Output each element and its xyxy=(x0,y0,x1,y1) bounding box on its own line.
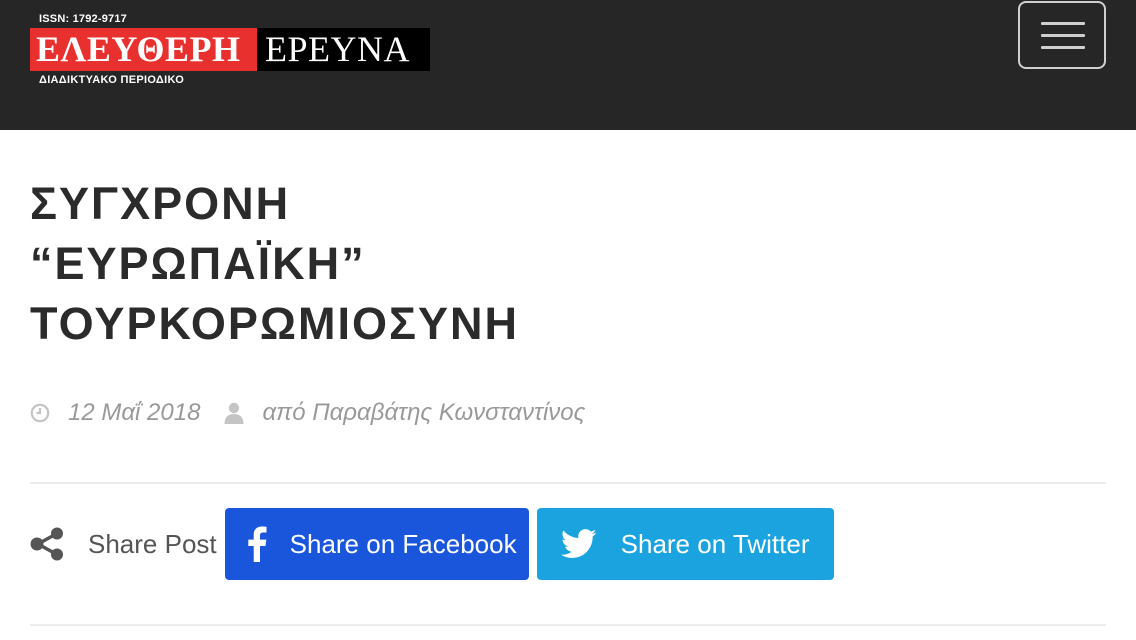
logo-issn: ISSN: 1792-9717 xyxy=(39,13,127,25)
user-icon xyxy=(224,402,244,424)
logo-black-block: ΕΡΕΥΝΑ xyxy=(257,28,430,71)
share-twitter-label: Share on Twitter xyxy=(620,528,810,559)
share-facebook-label: Share on Facebook xyxy=(289,528,517,559)
facebook-icon xyxy=(247,526,267,562)
share-facebook-button[interactable]: Share on Facebook xyxy=(224,508,529,580)
logo-red-block: ΕΛΕΥΘΕΡΗ xyxy=(30,28,257,71)
article-author[interactable]: από Παραβάτης Κωνσταντίνος xyxy=(262,399,585,427)
share-icon xyxy=(30,527,63,561)
hamburger-icon-bar xyxy=(1041,34,1085,37)
site-logo[interactable]: ISSN: 1792-9717 ΕΛΕΥΘΕΡΗ ΕΡΕΥΝΑ ΔΙΑΔΙΚΤΥ… xyxy=(30,12,430,90)
title-line: ΤΟΥΡΚΟΡΩΜΙΟΣΥΝΗ xyxy=(30,298,519,349)
share-post-label: Share Post xyxy=(88,528,217,559)
logo-word-red: ΕΛΕΥΘΕΡΗ xyxy=(36,29,241,69)
divider-bottom xyxy=(30,624,1106,626)
site-header: ISSN: 1792-9717 ΕΛΕΥΘΕΡΗ ΕΡΕΥΝΑ ΔΙΑΔΙΚΤΥ… xyxy=(0,0,1136,130)
article-title: ΣΥΓΧΡΟΝΗ “ΕΥΡΩΠΑΪΚΗ” ΤΟΥΡΚΟΡΩΜΙΟΣΥΝΗ xyxy=(30,174,730,354)
logo-subtitle: ΔΙΑΔΙΚΤΥΑΚΟ ΠΕΡΙΟΔΙΚΟ xyxy=(39,74,185,86)
share-bar: Share Post Share on Facebook Share on Tw… xyxy=(30,508,834,580)
share-twitter-button[interactable]: Share on Twitter xyxy=(536,508,834,580)
logo-word-black: ΕΡΕΥΝΑ xyxy=(265,29,410,69)
clock-icon xyxy=(30,403,50,423)
hamburger-icon xyxy=(1041,22,1085,25)
title-line: “ΕΥΡΩΠΑΪΚΗ” xyxy=(30,238,366,289)
title-line: ΣΥΓΧΡΟΝΗ xyxy=(30,178,291,229)
article-meta: 12 Μαΐ 2018 από Παραβάτης Κωνσταντίνος xyxy=(30,396,585,430)
hamburger-icon-bar xyxy=(1041,46,1085,49)
twitter-icon xyxy=(560,529,597,558)
article-date: 12 Μαΐ 2018 xyxy=(68,399,201,426)
menu-toggle-button[interactable] xyxy=(1018,1,1106,69)
divider-top xyxy=(30,482,1106,484)
